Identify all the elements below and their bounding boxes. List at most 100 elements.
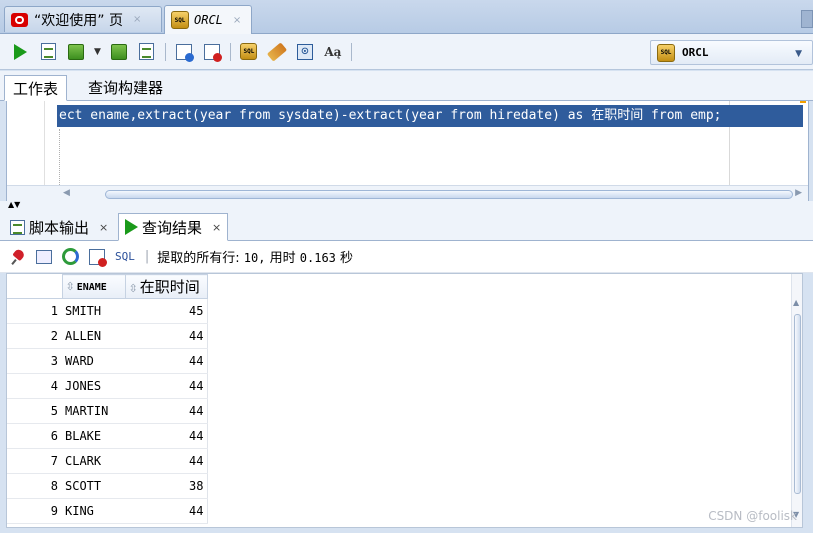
- autotrace-icon[interactable]: [137, 42, 157, 62]
- oracle-logo-icon: [11, 12, 28, 27]
- tab-script-output[interactable]: 脚本输出 ×: [4, 213, 114, 241]
- cell-tenure[interactable]: 44: [125, 373, 208, 399]
- vertical-scroll-thumb[interactable]: [794, 314, 801, 494]
- chevron-down-icon: ▼: [795, 49, 802, 59]
- table-row[interactable]: 8 SCOTT 38: [7, 473, 208, 499]
- fetch-time-label: 用时: [269, 251, 296, 266]
- cell-tenure[interactable]: 44: [125, 498, 208, 524]
- cell-tenure[interactable]: 38: [125, 473, 208, 499]
- horizontal-scroll-thumb[interactable]: [105, 190, 793, 199]
- sql-button[interactable]: SQL: [115, 250, 135, 263]
- horizontal-scrollbar[interactable]: ◀ ▶: [7, 185, 808, 201]
- sql-text-selected[interactable]: ect ename,extract(year from sysdate)-ext…: [57, 105, 803, 127]
- rollback-icon[interactable]: [202, 42, 222, 62]
- clear-eraser-icon[interactable]: [266, 41, 288, 62]
- document-tab-bar: “欢迎使用” 页 × SQL ORCL ×: [0, 0, 813, 34]
- row-number: 3: [7, 348, 62, 374]
- row-number: 8: [7, 473, 62, 499]
- tab-query-builder[interactable]: 查询构建器: [80, 75, 171, 101]
- close-icon[interactable]: ×: [212, 221, 221, 234]
- doc-tab-welcome[interactable]: “欢迎使用” 页 ×: [4, 6, 162, 32]
- column-header-ename[interactable]: ⇳ ENAME: [61, 274, 126, 299]
- cell-ename[interactable]: ALLEN: [62, 323, 125, 349]
- fetch-seconds-unit: 秒: [340, 251, 354, 266]
- connection-select[interactable]: SQL ORCL ▼: [650, 40, 813, 65]
- tab-script-output-label: 脚本输出: [29, 218, 90, 237]
- table-row[interactable]: 7 CLARK 44: [7, 448, 208, 474]
- close-icon[interactable]: ×: [233, 15, 241, 26]
- cell-ename[interactable]: SCOTT: [62, 473, 125, 499]
- fetch-status: 提取的所有行: 10, 用时 0.163 秒: [157, 247, 353, 266]
- toolbar-separator: [164, 42, 166, 61]
- scroll-up-icon[interactable]: ▲: [793, 298, 799, 307]
- sql-worksheet-icon: SQL: [171, 11, 189, 29]
- fetch-row-count: 10,: [243, 251, 266, 265]
- sort-icon[interactable]: ⇳: [129, 282, 138, 295]
- table-row[interactable]: 4 JONES 44: [7, 373, 208, 399]
- splitter-arrows-icon[interactable]: ▲▼: [8, 201, 20, 209]
- fetch-status-prefix: 提取的所有行:: [157, 251, 240, 266]
- cell-tenure[interactable]: 45: [125, 298, 208, 324]
- run-script-icon[interactable]: [38, 42, 58, 62]
- change-marker: [800, 101, 806, 103]
- close-icon[interactable]: ×: [99, 221, 108, 234]
- cell-tenure[interactable]: 44: [125, 448, 208, 474]
- table-row[interactable]: 5 MARTIN 44: [7, 398, 208, 424]
- table-row[interactable]: 3 WARD 44: [7, 348, 208, 374]
- table-row[interactable]: 9 KING 44: [7, 498, 208, 524]
- row-number: 7: [7, 448, 62, 474]
- table-row[interactable]: 6 BLAKE 44: [7, 423, 208, 449]
- cell-tenure[interactable]: 44: [125, 348, 208, 374]
- commit-icon[interactable]: [66, 42, 86, 62]
- row-number: 6: [7, 423, 62, 449]
- results-tab-bar: 脚本输出 × 查询结果 ×: [0, 209, 813, 241]
- row-number: 5: [7, 398, 62, 424]
- toolbar-separator: |: [144, 249, 150, 264]
- pin-icon[interactable]: [12, 250, 26, 264]
- vertical-scrollbar[interactable]: ▲ ▼: [791, 274, 802, 527]
- connection-label: ORCL: [682, 46, 709, 59]
- cell-ename[interactable]: KING: [62, 498, 125, 524]
- commit-transaction-icon[interactable]: [174, 42, 194, 62]
- indent-guide: [59, 129, 60, 185]
- tab-worksheet[interactable]: 工作表: [4, 75, 68, 101]
- toolbar-separator: [350, 42, 352, 61]
- export-icon[interactable]: [89, 248, 107, 267]
- scroll-left-icon[interactable]: ◀: [63, 188, 70, 198]
- close-icon[interactable]: ×: [133, 14, 141, 25]
- explain-plan-icon[interactable]: [109, 42, 129, 62]
- cell-tenure[interactable]: 44: [125, 398, 208, 424]
- tab-query-result[interactable]: 查询结果 ×: [118, 213, 229, 241]
- refresh-icon[interactable]: [62, 248, 79, 265]
- restore-window-button[interactable]: [801, 10, 813, 28]
- table-row[interactable]: 1 SMITH 45: [7, 298, 208, 324]
- cell-ename[interactable]: CLARK: [62, 448, 125, 474]
- chevron-down-icon[interactable]: ▼: [94, 47, 101, 57]
- tab-query-result-label: 查询结果: [142, 218, 203, 237]
- pane-splitter[interactable]: ▲▼: [0, 201, 813, 209]
- print-icon[interactable]: [36, 249, 52, 264]
- sql-history-icon[interactable]: ⊙: [295, 42, 315, 62]
- table-row[interactable]: 2 ALLEN 44: [7, 323, 208, 349]
- cell-ename[interactable]: MARTIN: [62, 398, 125, 424]
- row-number: 4: [7, 373, 62, 399]
- sort-icon[interactable]: ⇳: [66, 280, 75, 293]
- sql-tuning-icon[interactable]: SQL: [239, 42, 259, 62]
- results-toolbar: SQL | 提取的所有行: 10, 用时 0.163 秒: [0, 241, 813, 273]
- format-case-icon[interactable]: Aą: [323, 42, 343, 62]
- scroll-right-icon[interactable]: ▶: [795, 188, 802, 198]
- cell-tenure[interactable]: 44: [125, 323, 208, 349]
- cell-ename[interactable]: SMITH: [62, 298, 125, 324]
- cell-ename[interactable]: BLAKE: [62, 423, 125, 449]
- row-number: 1: [7, 298, 62, 324]
- run-statement-icon[interactable]: [10, 42, 30, 62]
- column-header-tenure[interactable]: ⇳ 在职时间: [124, 274, 208, 299]
- doc-tab-orcl[interactable]: SQL ORCL ×: [164, 5, 252, 34]
- cell-ename[interactable]: WARD: [62, 348, 125, 374]
- cell-ename[interactable]: JONES: [62, 373, 125, 399]
- cell-tenure[interactable]: 44: [125, 423, 208, 449]
- sql-editor[interactable]: ect ename,extract(year from sysdate)-ext…: [6, 101, 809, 201]
- row-number-header: [7, 274, 63, 299]
- sql-text-part2: from emp;: [643, 108, 722, 123]
- database-icon: SQL: [657, 43, 675, 62]
